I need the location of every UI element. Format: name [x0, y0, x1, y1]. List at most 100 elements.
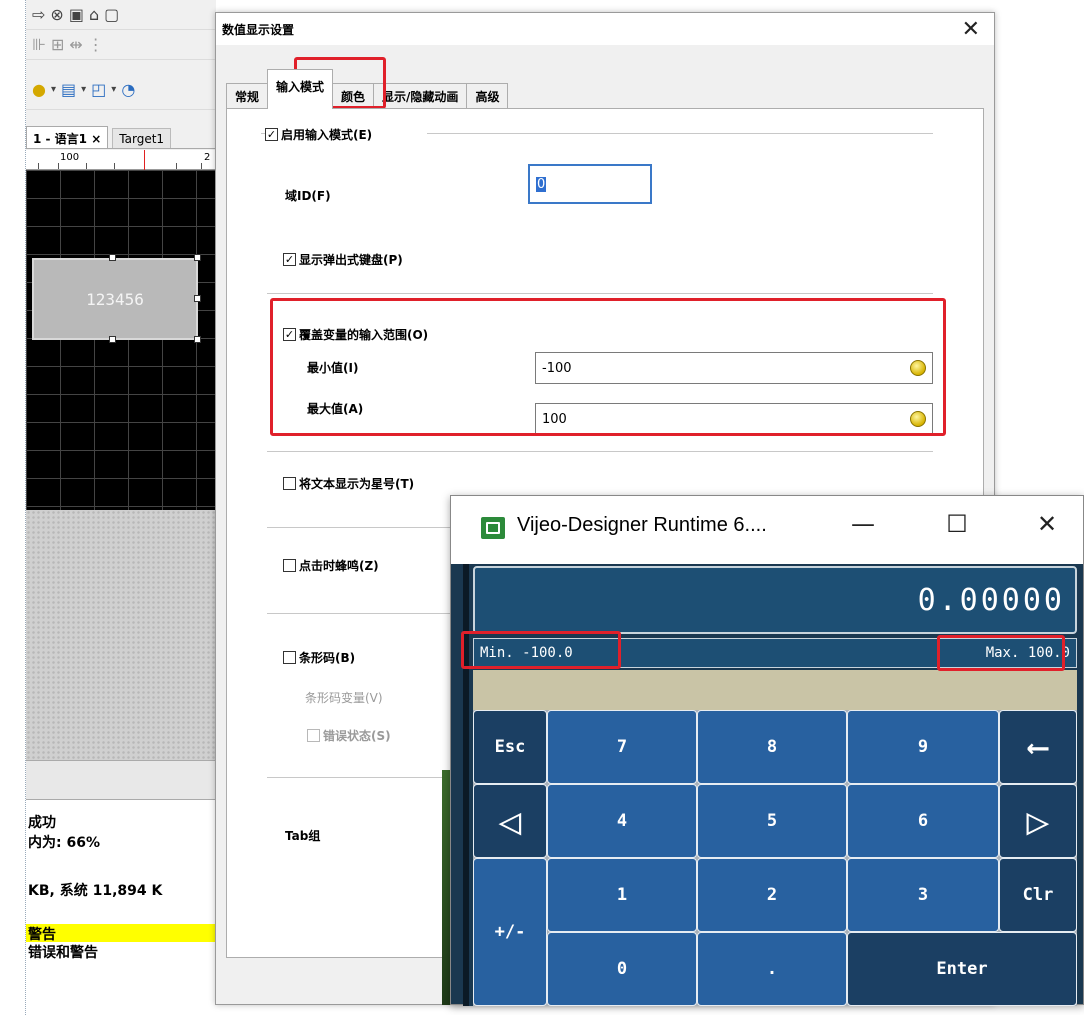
min-value-input[interactable]: -100 [535, 352, 933, 384]
tab-advanced[interactable]: 高级 [466, 83, 509, 109]
beep-on-click-checkbox[interactable]: 点击时蜂鸣(Z) [283, 557, 379, 574]
tab-show-hide-animation[interactable]: 显示/隐藏动画 [373, 83, 468, 109]
checkbox-icon [283, 651, 296, 664]
checkbox-label: 启用输入模式(E) [281, 128, 373, 142]
gauge-icon[interactable]: ◔ [121, 80, 135, 99]
tab-input-mode[interactable]: 输入模式 [267, 69, 334, 109]
min-value: -100 [542, 360, 572, 376]
log-line: 内为: 66% [28, 835, 100, 851]
checkbox-label: 条形码(B) [299, 651, 356, 665]
page-icon[interactable]: ▢ [104, 5, 119, 24]
key-0[interactable]: 0 [547, 932, 697, 1006]
field-id-input[interactable]: 0 [528, 164, 652, 204]
checkbox-icon [283, 477, 296, 490]
left-margin [0, 0, 26, 1015]
arrow-left-icon: ⟵ [1028, 729, 1048, 765]
design-canvas[interactable] [26, 170, 216, 510]
editor-tabs: 1 - 语言1 × Target1 [26, 125, 216, 149]
chevron-down-icon[interactable]: ▾ [51, 84, 56, 95]
keypad-display: 0.00000 [473, 566, 1077, 634]
checkbox-label: 将文本显示为星号(T) [299, 477, 415, 491]
field-id-value: 0 [536, 176, 547, 192]
key-3[interactable]: 3 [847, 858, 999, 932]
home-icon[interactable]: ⌂ [89, 5, 99, 24]
resize-handle[interactable] [109, 254, 116, 261]
resize-handle[interactable] [194, 254, 201, 261]
app-icon [481, 517, 505, 539]
show-asterisk-checkbox[interactable]: 将文本显示为星号(T) [283, 475, 414, 492]
chevron-down-icon[interactable]: ▾ [111, 84, 116, 95]
error-state-checkbox[interactable]: 错误状态(S) [307, 727, 391, 744]
ruler-label-2: 2 [204, 152, 211, 163]
tab-language1[interactable]: 1 - 语言1 × [26, 126, 109, 148]
barcode-checkbox[interactable]: 条形码(B) [283, 649, 355, 666]
esc-key[interactable]: Esc [473, 710, 547, 784]
resize-handle[interactable] [194, 295, 201, 302]
tab-general[interactable]: 常规 [226, 83, 269, 109]
bulb-icon[interactable] [910, 360, 926, 376]
maximize-icon[interactable]: ☐ [937, 510, 977, 538]
key-8[interactable]: 8 [697, 710, 847, 784]
checkbox-icon [283, 559, 296, 572]
dialog-titlebar: 数值显示设置 ✕ [216, 13, 994, 45]
plus-minus-key[interactable]: +/- [473, 858, 547, 1006]
picture-icon[interactable]: ▤ [61, 80, 76, 99]
keypad: Esc 7 8 9 ⟵ ◁ 4 5 6 ▷ +/- 1 2 3 Clr 0 . … [473, 710, 1077, 1006]
key-6[interactable]: 6 [847, 784, 999, 858]
enable-input-mode-checkbox[interactable]: ✓ 启用输入模式(E) [265, 126, 372, 143]
frame-icon[interactable]: ◰ [91, 80, 106, 99]
stop-icon[interactable]: ⊗ [50, 5, 63, 24]
clear-key[interactable]: Clr [999, 858, 1077, 932]
tab-target1[interactable]: Target1 [112, 128, 172, 148]
numeric-display-widget[interactable]: 123456 [32, 258, 198, 340]
log-line: 错误和警告 [28, 945, 98, 961]
arrow-right-icon[interactable]: ⇨ [32, 5, 45, 24]
checkbox-checked-icon: ✓ [265, 128, 278, 141]
close-icon[interactable]: ✕ [1027, 510, 1067, 538]
bulb-icon[interactable] [910, 411, 926, 427]
resize-handle[interactable] [194, 336, 201, 343]
range-bar: Min. -100.0 Max. 100.0 [473, 638, 1077, 668]
key-1[interactable]: 1 [547, 858, 697, 932]
checkbox-label: 错误状态(S) [323, 729, 391, 743]
enter-key[interactable]: Enter [847, 932, 1077, 1006]
widget-value: 123456 [86, 289, 144, 309]
popup-keyboard-checkbox[interactable]: ✓ 显示弹出式键盘(P) [283, 251, 403, 268]
max-value-input[interactable]: 100 [535, 403, 933, 435]
runtime-body: 0.00000 Min. -100.0 Max. 100.0 Esc 7 8 9… [463, 564, 1077, 1006]
resize-handle[interactable] [109, 336, 116, 343]
cursor-left-key[interactable]: ◁ [473, 784, 547, 858]
key-4[interactable]: 4 [547, 784, 697, 858]
close-icon[interactable]: ✕ [962, 17, 980, 42]
align-icon[interactable]: ⊪ [32, 35, 46, 54]
log-line: 成功 [28, 815, 56, 831]
document-icon[interactable]: ▣ [69, 5, 84, 24]
key-5[interactable]: 5 [697, 784, 847, 858]
minimize-icon[interactable]: — [843, 510, 883, 538]
key-7[interactable]: 7 [547, 710, 697, 784]
override-range-checkbox[interactable]: ✓ 覆盖变量的输入范围(O) [283, 326, 428, 343]
max-range-text: Max. 100.0 [985, 645, 1070, 661]
backspace-key[interactable]: ⟵ [999, 710, 1077, 784]
checkbox-checked-icon: ✓ [283, 328, 296, 341]
key-2[interactable]: 2 [697, 858, 847, 932]
runtime-title: Vijeo-Designer Runtime 6.... [517, 514, 767, 536]
chevron-down-icon[interactable]: ▾ [81, 84, 86, 95]
designer-window: ⇨ ⊗ ▣ ⌂ ▢ ⊪ ⊞ ⇹ ⋮ ● ▾ ▤ ▾ ◰ ▾ ◔ 1 - 语言1 … [26, 0, 216, 1005]
key-9[interactable]: 9 [847, 710, 999, 784]
distribute-icon[interactable]: ⊞ [51, 35, 64, 54]
dialog-tabs: 常规 输入模式 颜色 显示/隐藏动画 高级 [226, 65, 509, 109]
spacing-icon[interactable]: ⇹ [69, 35, 82, 54]
canvas-pattern-area [26, 510, 216, 760]
bulb-icon[interactable]: ● [32, 80, 46, 99]
panel-divider [26, 760, 216, 800]
barcode-variable-label: 条形码变量(V) [305, 691, 383, 705]
dialog-title: 数值显示设置 [222, 23, 295, 37]
cursor-right-key[interactable]: ▷ [999, 784, 1077, 858]
toolbar-2: ⊪ ⊞ ⇹ ⋮ [26, 30, 216, 60]
display-value: 0.00000 [917, 582, 1065, 618]
ruler: 100 2 [26, 150, 216, 170]
tab-color[interactable]: 颜色 [332, 83, 375, 109]
decimal-point-key[interactable]: . [697, 932, 847, 1006]
grid-icon[interactable]: ⋮ [88, 35, 104, 54]
